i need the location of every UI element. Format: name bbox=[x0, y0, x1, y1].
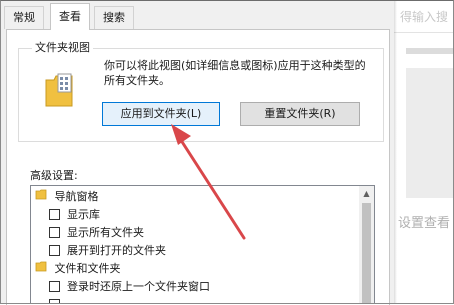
tab-view[interactable]: 查看 bbox=[50, 3, 90, 30]
tab-view-label: 查看 bbox=[59, 10, 81, 23]
outer-frame bbox=[0, 0, 454, 304]
